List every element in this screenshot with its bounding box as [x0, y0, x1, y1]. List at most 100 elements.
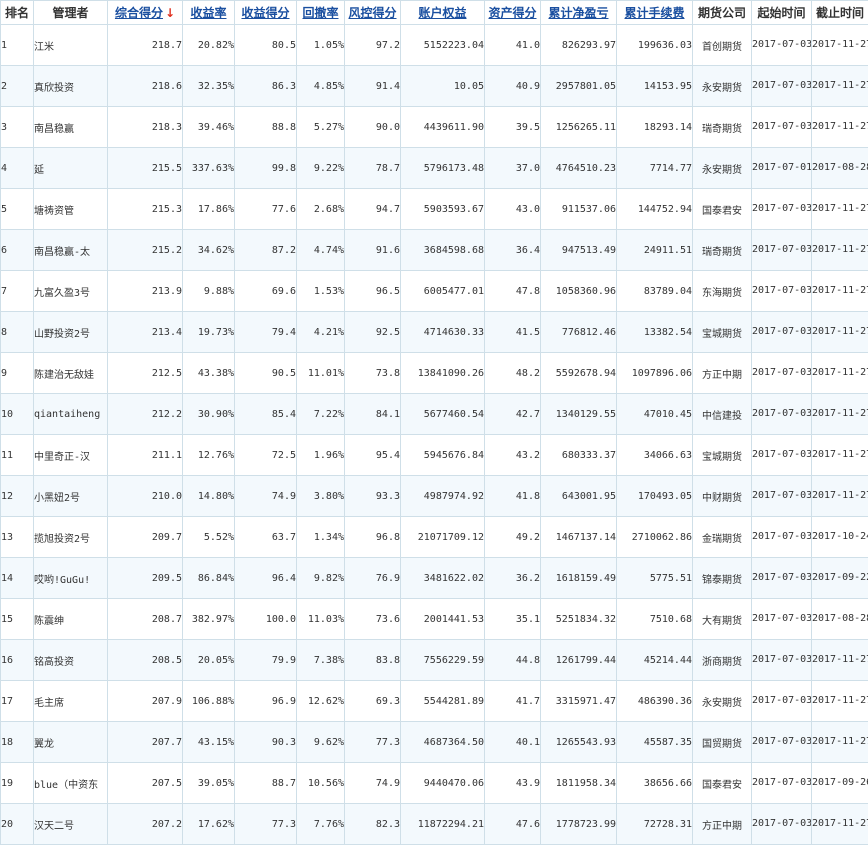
cell-equity: 5796173.48 [401, 148, 485, 189]
cell-return-rate: 39.46% [183, 107, 235, 148]
cell-manager: 陈建治无敌娃 [34, 353, 108, 394]
header-manager: 管理者 [34, 1, 108, 25]
cell-end-time: 2017-09-26 [812, 763, 868, 804]
cell-drawdown: 3.80% [297, 476, 345, 517]
cell-return-score: 96.9 [235, 681, 297, 722]
cell-equity: 5152223.04 [401, 25, 485, 66]
cell-risk-score: 90.0 [345, 107, 401, 148]
table-row: 1江米218.720.82%80.51.05%97.25152223.0441.… [1, 25, 868, 66]
header-drawdown[interactable]: 回撤率 [297, 1, 345, 25]
cell-end-time: 2017-11-27 [812, 804, 868, 845]
cell-asset-score: 40.1 [485, 722, 541, 763]
header-composite-score[interactable]: 综合得分↓ [108, 1, 183, 25]
cell-net-profit: 3315971.47 [541, 681, 617, 722]
table-row: 7九富久盈3号213.99.88%69.61.53%96.56005477.01… [1, 271, 868, 312]
cell-risk-score: 77.3 [345, 722, 401, 763]
cell-start-time: 2017-07-03 [752, 394, 812, 435]
cell-rank: 2 [1, 66, 34, 107]
cell-asset-score: 43.2 [485, 435, 541, 476]
header-net-profit[interactable]: 累计净盈亏 [541, 1, 617, 25]
cell-company: 方正中期 [693, 804, 752, 845]
cell-rank: 18 [1, 722, 34, 763]
cell-risk-score: 73.8 [345, 353, 401, 394]
cell-fee: 2710062.86 [617, 517, 693, 558]
table-row: 15陈震绅208.7382.97%100.011.03%73.62001441.… [1, 599, 868, 640]
cell-equity: 2001441.53 [401, 599, 485, 640]
cell-equity: 5677460.54 [401, 394, 485, 435]
cell-rank: 12 [1, 476, 34, 517]
cell-rank: 16 [1, 640, 34, 681]
cell-return-rate: 34.62% [183, 230, 235, 271]
cell-net-profit: 1265543.93 [541, 722, 617, 763]
cell-manager: 塘祷资管 [34, 189, 108, 230]
cell-rank: 3 [1, 107, 34, 148]
cell-end-time: 2017-11-27 [812, 722, 868, 763]
cell-company: 瑞奇期货 [693, 230, 752, 271]
cell-net-profit: 1058360.96 [541, 271, 617, 312]
cell-end-time: 2017-11-27 [812, 66, 868, 107]
cell-rank: 10 [1, 394, 34, 435]
cell-composite-score: 213.9 [108, 271, 183, 312]
cell-return-rate: 20.82% [183, 25, 235, 66]
cell-manager: 汉天二号 [34, 804, 108, 845]
header-fee[interactable]: 累计手续费 [617, 1, 693, 25]
cell-return-rate: 32.35% [183, 66, 235, 107]
cell-asset-score: 47.8 [485, 271, 541, 312]
cell-manager: 小黑妞2号 [34, 476, 108, 517]
cell-start-time: 2017-07-03 [752, 230, 812, 271]
cell-start-time: 2017-07-03 [752, 804, 812, 845]
cell-fee: 45214.44 [617, 640, 693, 681]
cell-drawdown: 7.76% [297, 804, 345, 845]
cell-start-time: 2017-07-03 [752, 681, 812, 722]
cell-drawdown: 11.01% [297, 353, 345, 394]
header-return-score[interactable]: 收益得分 [235, 1, 297, 25]
cell-asset-score: 39.5 [485, 107, 541, 148]
cell-drawdown: 5.27% [297, 107, 345, 148]
cell-start-time: 2017-07-03 [752, 66, 812, 107]
cell-risk-score: 93.3 [345, 476, 401, 517]
cell-composite-score: 208.5 [108, 640, 183, 681]
cell-equity: 5945676.84 [401, 435, 485, 476]
cell-risk-score: 94.7 [345, 189, 401, 230]
table-row: 16铭高投资208.520.05%79.97.38%83.87556229.59… [1, 640, 868, 681]
cell-net-profit: 2957801.05 [541, 66, 617, 107]
header-asset-score[interactable]: 资产得分 [485, 1, 541, 25]
cell-asset-score: 43.9 [485, 763, 541, 804]
cell-rank: 5 [1, 189, 34, 230]
header-return-rate[interactable]: 收益率 [183, 1, 235, 25]
header-risk-score[interactable]: 风控得分 [345, 1, 401, 25]
cell-net-profit: 947513.49 [541, 230, 617, 271]
cell-company: 国泰君安 [693, 189, 752, 230]
cell-rank: 7 [1, 271, 34, 312]
cell-return-rate: 14.80% [183, 476, 235, 517]
cell-composite-score: 208.7 [108, 599, 183, 640]
cell-drawdown: 11.03% [297, 599, 345, 640]
cell-fee: 45587.35 [617, 722, 693, 763]
cell-drawdown: 7.38% [297, 640, 345, 681]
cell-net-profit: 776812.46 [541, 312, 617, 353]
cell-risk-score: 69.3 [345, 681, 401, 722]
cell-manager: 哎哟!GuGu! [34, 558, 108, 599]
cell-company: 大有期货 [693, 599, 752, 640]
cell-asset-score: 35.1 [485, 599, 541, 640]
cell-rank: 1 [1, 25, 34, 66]
cell-equity: 10.05 [401, 66, 485, 107]
cell-fee: 486390.36 [617, 681, 693, 722]
cell-return-rate: 9.88% [183, 271, 235, 312]
cell-asset-score: 47.6 [485, 804, 541, 845]
header-equity[interactable]: 账户权益 [401, 1, 485, 25]
cell-start-time: 2017-07-03 [752, 599, 812, 640]
cell-manager: 江米 [34, 25, 108, 66]
cell-composite-score: 210.0 [108, 476, 183, 517]
cell-end-time: 2017-11-27 [812, 353, 868, 394]
cell-start-time: 2017-07-03 [752, 517, 812, 558]
cell-fee: 38656.66 [617, 763, 693, 804]
table-row: 2真欣投资218.632.35%86.34.85%91.410.0540.929… [1, 66, 868, 107]
header-composite-label: 综合得分 [115, 6, 163, 20]
cell-fee: 199636.03 [617, 25, 693, 66]
cell-start-time: 2017-07-03 [752, 558, 812, 599]
table-row: 14哎哟!GuGu!209.586.84%96.49.82%76.9348162… [1, 558, 868, 599]
table-row: 17毛主席207.9106.88%96.912.62%69.35544281.8… [1, 681, 868, 722]
cell-risk-score: 83.8 [345, 640, 401, 681]
header-company: 期货公司 [693, 1, 752, 25]
